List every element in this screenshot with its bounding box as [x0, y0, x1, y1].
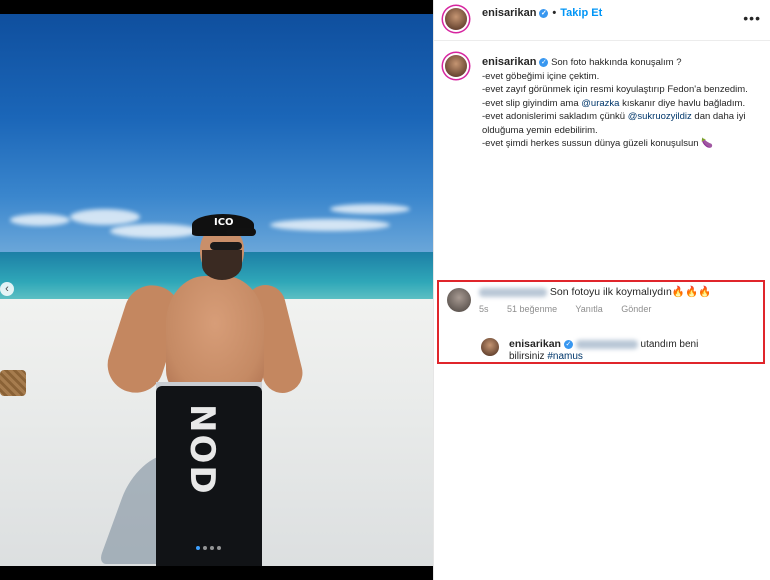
caption-username[interactable]: enisarikan	[482, 56, 536, 68]
carousel-indicator	[196, 546, 221, 550]
comment-meta: 5s 51 beğenme Yanıtla Gönder	[479, 304, 667, 314]
caption-text: -evet slip giyindim ama	[482, 97, 579, 109]
photo-person: ICO NOD	[0, 14, 433, 566]
comment-text: Son fotoyu ilk koymalıydın🔥🔥🔥	[549, 286, 712, 298]
post-photo-panel: ICO NOD ‹	[0, 0, 433, 580]
caption-line: enisarikan ✓ Son foto hakkında konuşalım …	[482, 56, 762, 70]
comment-line: Son fotoyu ilk koymalıydın🔥🔥🔥	[479, 285, 711, 298]
header-separator: •	[552, 7, 557, 19]
caption-line: -evet adonislerimi sakladım çünkü @sukru…	[482, 110, 762, 124]
reply-text: utandım beni	[640, 339, 699, 350]
person-sunglasses	[210, 242, 242, 250]
person-beard	[202, 250, 242, 280]
header-username[interactable]: enisarikan	[482, 7, 536, 19]
carousel-dot	[217, 546, 221, 550]
mention-link[interactable]: @urazka	[581, 98, 619, 109]
caption-line: -evet slip giyindim ama @urazka kıskanır…	[482, 97, 762, 111]
previous-photo-button[interactable]: ‹	[0, 282, 14, 296]
verified-badge-icon: ✓	[539, 57, 549, 67]
commenter-avatar[interactable]	[447, 288, 471, 312]
reply-button[interactable]: Yanıtla	[575, 304, 602, 314]
carousel-dot	[210, 546, 214, 550]
reply-text: bilirsiniz	[509, 351, 545, 362]
blurred-username	[479, 287, 547, 297]
highlighted-comment-thread: Son fotoyu ilk koymalıydın🔥🔥🔥 5s 51 beğe…	[437, 280, 765, 364]
send-button[interactable]: Gönder	[621, 304, 651, 314]
reply-avatar[interactable]	[481, 338, 499, 356]
caption-text: dan daha iyi	[694, 111, 746, 122]
caption-line: -evet şimdi herkes sussun dünya güzeli k…	[482, 138, 713, 149]
person-torso	[166, 276, 264, 394]
towel-print-text: NOD	[182, 404, 222, 496]
more-options-icon[interactable]: •••	[743, 10, 761, 26]
post-header: enisarikan ✓ • Takip Et •••	[434, 0, 770, 41]
caption-avatar[interactable]	[445, 55, 467, 77]
caption-text: Son foto hakkında konuşalım ?	[551, 57, 682, 68]
carousel-dot	[196, 546, 200, 550]
caption-text: -evet adonislerimi sakladım çünkü	[482, 111, 626, 122]
post-caption: enisarikan ✓ Son foto hakkında konuşalım …	[482, 56, 762, 151]
caption-line: olduğuma yemin edebilirim.	[482, 124, 598, 136]
caption-text: kıskanır diye havlu bağladım.	[622, 97, 746, 109]
hashtag-link[interactable]: #namus	[547, 351, 583, 362]
mention-link[interactable]: @sukruozyildiz	[628, 111, 692, 122]
comment-likes[interactable]: 51 beğenme	[507, 304, 557, 314]
follow-button[interactable]: Takip Et	[560, 7, 602, 19]
caption-line: -evet zayıf görünmek için resmi koyulaşt…	[482, 84, 748, 95]
post-photo[interactable]: ICO NOD	[0, 14, 433, 566]
post-sidebar: enisarikan ✓ • Takip Et ••• enisarikan ✓ Son…	[433, 0, 770, 580]
verified-badge-icon: ✓	[563, 339, 573, 349]
comment-time: 5s	[479, 304, 489, 314]
profile-avatar[interactable]	[445, 8, 467, 30]
reply-username[interactable]: enisarikan	[509, 338, 561, 350]
reply-comment: enisarikan ✓ utandım beni bilirsiniz #nam…	[509, 338, 759, 363]
person-cap-brim	[226, 228, 256, 236]
caption-line: -evet göbeğimi içine çektim.	[482, 70, 600, 82]
header-user-line: enisarikan ✓ • Takip Et	[482, 7, 602, 19]
instagram-post-page: ICO NOD ‹ enisarikan ✓ • Takip Et ••• enisa…	[0, 0, 770, 580]
blurred-mention	[575, 339, 638, 349]
verified-badge-icon: ✓	[539, 8, 549, 18]
cap-logo-text: ICO	[214, 217, 234, 228]
carousel-dot	[203, 546, 207, 550]
